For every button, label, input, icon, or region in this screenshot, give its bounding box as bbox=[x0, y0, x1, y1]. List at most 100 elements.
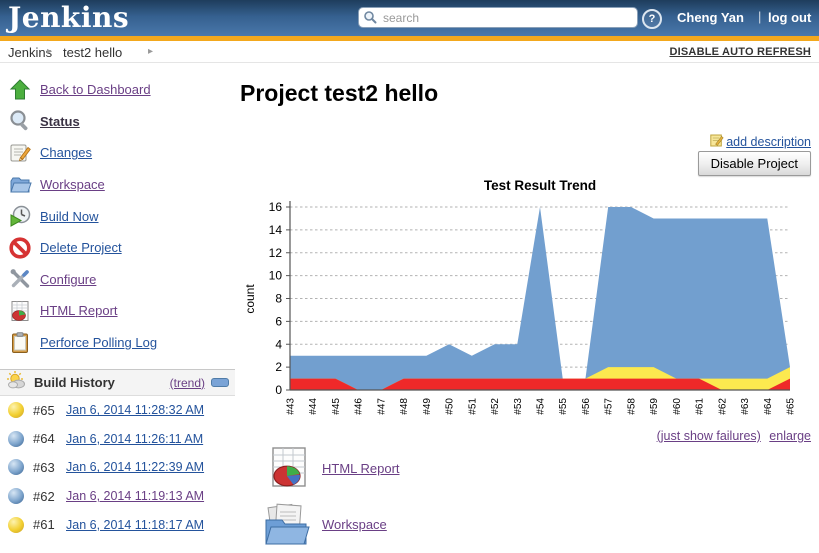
build-number: #62 bbox=[33, 489, 66, 504]
x-axis-label: #53 bbox=[513, 398, 524, 415]
disable-auto-refresh-link[interactable]: DISABLE AUTO REFRESH bbox=[669, 46, 811, 58]
build-history-header: Build History (trend) bbox=[0, 369, 235, 396]
build-date-link[interactable]: Jan 6, 2014 11:18:17 AM bbox=[66, 518, 204, 532]
build-row-64: #64Jan 6, 2014 11:26:11 AM bbox=[0, 425, 235, 454]
html-report-big-icon[interactable] bbox=[265, 443, 313, 496]
x-axis-label: #61 bbox=[695, 398, 706, 415]
sidebar-item-label: Status bbox=[40, 114, 80, 129]
build-status-ball-success-icon bbox=[8, 459, 24, 475]
header-divider: | bbox=[758, 9, 761, 24]
x-axis-label: #51 bbox=[467, 398, 478, 415]
chart-links: (just show failures) enlarge bbox=[657, 429, 811, 443]
breadcrumb-arrow-icon: ▸ bbox=[47, 46, 52, 57]
disable-project-button[interactable]: Disable Project bbox=[698, 151, 811, 176]
build-status-ball-unstable-icon bbox=[8, 517, 24, 533]
sidebar-item-label: Back to Dashboard bbox=[40, 82, 151, 97]
x-axis-label: #46 bbox=[354, 398, 365, 415]
search-icon bbox=[363, 10, 377, 29]
sidebar-item-label: Configure bbox=[40, 272, 96, 287]
x-axis-label: #43 bbox=[286, 398, 297, 415]
sidebar-item-workspace[interactable]: Workspace bbox=[0, 169, 235, 201]
sidebar-item-build-now[interactable]: Build Now bbox=[0, 200, 235, 232]
build-date-link[interactable]: Jan 6, 2014 11:26:11 AM bbox=[66, 432, 203, 446]
sidebar-item-html-report[interactable]: HTML Report bbox=[0, 295, 235, 327]
build-status-ball-success-icon bbox=[8, 488, 24, 504]
sidebar-item-label: Workspace bbox=[40, 177, 105, 192]
x-axis-label: #48 bbox=[399, 398, 410, 415]
report-icon bbox=[8, 299, 32, 323]
y-tick-label: 6 bbox=[275, 314, 282, 328]
jenkins-logo[interactable]: Jenkins bbox=[8, 0, 129, 36]
x-axis-label: #52 bbox=[490, 398, 501, 415]
build-now-icon bbox=[8, 204, 32, 228]
collapse-minus-icon[interactable] bbox=[211, 378, 229, 387]
sidebar-item-configure[interactable]: Configure bbox=[0, 264, 235, 296]
x-axis-label: #54 bbox=[536, 398, 547, 415]
build-row-65: #65Jan 6, 2014 11:28:32 AM bbox=[0, 396, 235, 425]
x-axis-label: #45 bbox=[331, 398, 342, 415]
y-tick-label: 16 bbox=[269, 200, 283, 214]
build-row-63: #63Jan 6, 2014 11:22:39 AM bbox=[0, 453, 235, 482]
x-axis-label: #47 bbox=[376, 398, 387, 415]
breadcrumb-item-jenkins[interactable]: Jenkins bbox=[8, 45, 52, 60]
y-tick-label: 0 bbox=[275, 383, 282, 397]
sidebar-item-label: Delete Project bbox=[40, 240, 122, 255]
breadcrumb-arrow-icon: ▸ bbox=[148, 46, 153, 57]
sidebar-item-status[interactable]: Status bbox=[0, 106, 235, 138]
user-name-link[interactable]: Cheng Yan bbox=[677, 10, 744, 25]
help-icon[interactable]: ? bbox=[642, 9, 662, 29]
x-axis-label: #57 bbox=[604, 398, 615, 415]
build-row-62: #62Jan 6, 2014 11:19:13 AM bbox=[0, 482, 235, 511]
y-tick-label: 14 bbox=[269, 223, 283, 237]
edit-description-icon bbox=[710, 133, 724, 150]
build-date-link[interactable]: Jan 6, 2014 11:19:13 AM bbox=[66, 489, 204, 503]
html-report-link[interactable]: HTML Report bbox=[322, 461, 400, 476]
breadcrumb-item-project[interactable]: test2 hello bbox=[63, 45, 122, 60]
magnifier-icon bbox=[8, 109, 32, 133]
x-axis-label: #55 bbox=[558, 398, 569, 415]
x-axis-label: #62 bbox=[717, 398, 728, 415]
build-number: #61 bbox=[33, 517, 66, 532]
y-tick-label: 8 bbox=[275, 292, 282, 306]
add-description-link[interactable]: add description bbox=[710, 133, 811, 150]
trend-link[interactable]: (trend) bbox=[170, 376, 205, 390]
enlarge-link[interactable]: enlarge bbox=[769, 429, 811, 443]
delete-icon bbox=[8, 236, 32, 260]
y-tick-label: 12 bbox=[269, 246, 283, 260]
y-tick-label: 4 bbox=[275, 337, 282, 351]
sidebar-item-delete-project[interactable]: Delete Project bbox=[0, 232, 235, 264]
x-axis-label: #63 bbox=[740, 398, 751, 415]
just-show-failures-link[interactable]: (just show failures) bbox=[657, 429, 761, 443]
sidebar-item-back-to-dashboard[interactable]: Back to Dashboard bbox=[0, 74, 235, 106]
sidebar-item-changes[interactable]: Changes bbox=[0, 137, 235, 169]
build-status-ball-success-icon bbox=[8, 431, 24, 447]
breadcrumb: Jenkins ▸ test2 hello ▸ DISABLE AUTO REF… bbox=[0, 41, 819, 63]
sidebar-item-label: HTML Report bbox=[40, 303, 118, 318]
build-date-link[interactable]: Jan 6, 2014 11:22:39 AM bbox=[66, 460, 204, 474]
y-tick-label: 10 bbox=[269, 269, 283, 283]
sidebar-item-perforce-polling-log[interactable]: Perforce Polling Log bbox=[0, 327, 235, 359]
sidebar-item-label: Changes bbox=[40, 145, 92, 160]
x-axis-label: #59 bbox=[649, 398, 660, 415]
test-result-trend-chart: 0246810121416#43#44#45#46#47#48#49#50#51… bbox=[240, 196, 819, 436]
build-date-link[interactable]: Jan 6, 2014 11:28:32 AM bbox=[66, 403, 204, 417]
folder-icon bbox=[8, 173, 32, 197]
y-tick-label: 2 bbox=[275, 360, 282, 374]
chart-title: Test Result Trend bbox=[290, 178, 790, 193]
build-row-61: #61Jan 6, 2014 11:18:17 AM bbox=[0, 510, 235, 539]
configure-icon bbox=[8, 267, 32, 291]
x-axis-label: #65 bbox=[786, 398, 797, 415]
workspace-link[interactable]: Workspace bbox=[322, 517, 387, 532]
sidebar-task-list: Back to Dashboard Status Changes Workspace B… bbox=[0, 74, 235, 358]
x-axis-label: #44 bbox=[308, 398, 319, 415]
logout-link[interactable]: log out bbox=[768, 10, 811, 25]
x-axis-label: #60 bbox=[672, 398, 683, 415]
arrow-up-icon bbox=[8, 78, 32, 102]
x-axis-label: #64 bbox=[763, 398, 774, 415]
search-box bbox=[358, 7, 638, 28]
search-input[interactable] bbox=[358, 7, 638, 28]
clipboard-icon bbox=[8, 331, 32, 355]
build-history-title: Build History bbox=[34, 375, 170, 390]
x-axis-label: #49 bbox=[422, 398, 433, 415]
page-title: Project test2 hello bbox=[240, 80, 438, 107]
